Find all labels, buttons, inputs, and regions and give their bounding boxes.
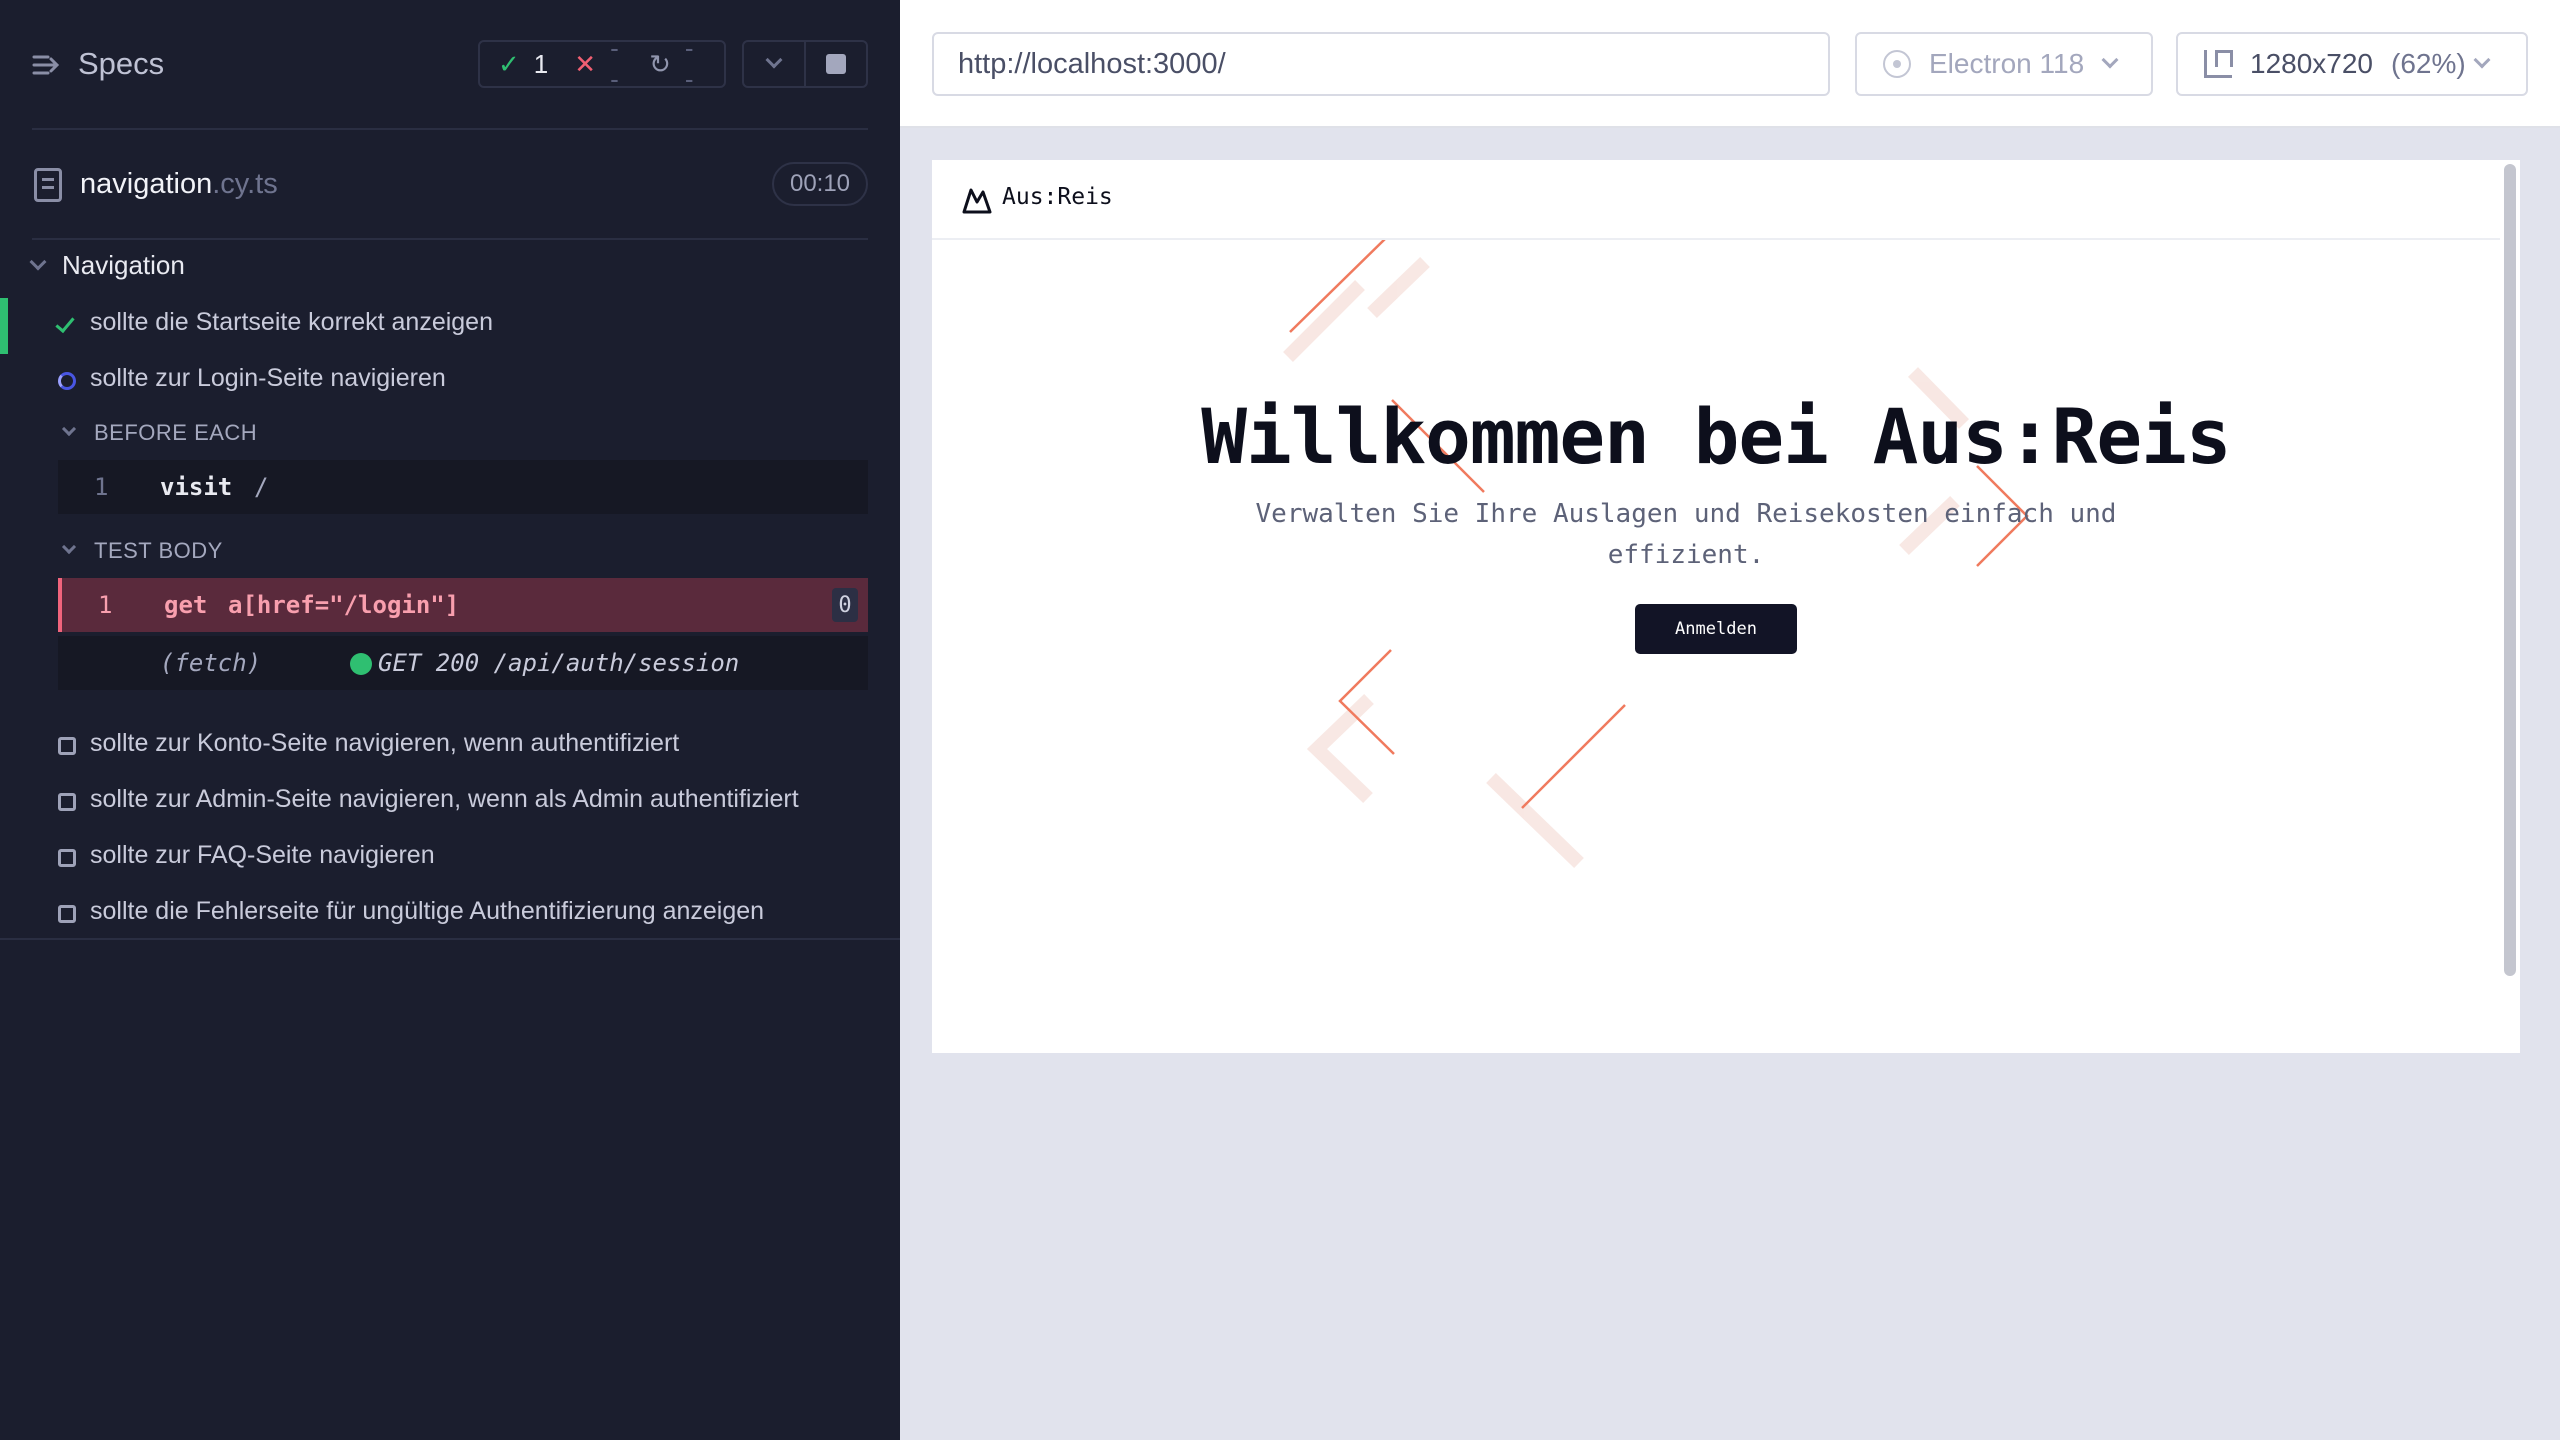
chevron-down-icon	[61, 539, 77, 555]
url-field[interactable]: http://localhost:3000/	[932, 32, 1830, 96]
x-icon: ✕	[574, 48, 597, 79]
test-stats: ✓ 1 ✕ -- ↻ --	[478, 33, 726, 94]
app-logo-text[interactable]: Aus:Reis	[1002, 184, 1113, 210]
test-title: sollte die Startseite korrekt anzeigen	[90, 308, 493, 336]
passed-indicator	[0, 298, 8, 354]
command-row[interactable]: 1 visit /	[58, 460, 868, 514]
collapse-button[interactable]	[744, 42, 804, 86]
divider	[32, 238, 868, 240]
test-item-pending[interactable]: sollte die Fehlerseite für ungültige Aut…	[0, 887, 900, 937]
chevron-down-icon	[2473, 51, 2491, 69]
request-log-row[interactable]: (fetch) GET 200 /api/auth/session	[58, 636, 868, 690]
app-navbar: Aus:Reis	[932, 160, 2500, 240]
specs-label[interactable]: Specs	[78, 46, 164, 82]
test-title: sollte zur FAQ-Seite navigieren	[90, 841, 435, 869]
command-arg: a[href="/login"]	[228, 591, 460, 619]
mountain-logo-icon[interactable]	[962, 186, 992, 214]
run-controls	[742, 40, 868, 88]
element-count-badge: 0	[832, 588, 858, 622]
test-title: sollte zur Admin-Seite navigieren, wenn …	[90, 785, 799, 813]
ruler-icon	[2204, 50, 2233, 78]
test-title: sollte zur Konto-Seite navigieren, wenn …	[90, 729, 680, 757]
chevron-down-icon	[2101, 51, 2119, 69]
status-dot-icon	[350, 653, 372, 675]
test-item-passed[interactable]: sollte die Startseite korrekt anzeigen	[0, 298, 900, 354]
browser-selector[interactable]: Electron 118	[1855, 32, 2153, 96]
test-item-pending[interactable]: sollte zur FAQ-Seite navigieren	[0, 831, 900, 881]
chevron-down-icon	[61, 421, 77, 437]
command-arg: /	[254, 473, 269, 501]
test-item-running[interactable]: sollte zur Login-Seite navigieren	[0, 354, 900, 404]
running-spinner-icon	[58, 372, 76, 390]
pending-square-icon	[58, 849, 76, 867]
chevron-down-icon	[29, 253, 47, 271]
scrollbar[interactable]	[2504, 164, 2516, 976]
command-name: visit	[160, 473, 233, 501]
request-text: GET 200 /api/auth/session	[378, 649, 740, 677]
login-button[interactable]: Anmelden	[1635, 604, 1797, 654]
test-title: sollte die Fehlerseite für ungültige Aut…	[90, 897, 765, 925]
spec-duration: 00:10	[772, 162, 868, 206]
check-icon	[55, 312, 75, 334]
spec-file-row: navigation.cy.ts 00:10	[0, 150, 900, 218]
app-under-test-frame: Aus:Reis Willkommen bei Aus:Reis Verwalt…	[932, 160, 2520, 1053]
hero-title: Willkommen bei Aus:Reis	[1201, 392, 2231, 481]
pending-square-icon	[58, 793, 76, 811]
aut-toolbar: http://localhost:3000/ Electron 118 1280…	[900, 0, 2560, 128]
spec-file-name[interactable]: navigation.cy.ts	[80, 168, 278, 201]
stop-icon	[826, 54, 846, 74]
pending-square-icon	[58, 905, 76, 923]
reporter-header: Specs ✓ 1 ✕ -- ↻ --	[0, 0, 900, 130]
stop-button[interactable]	[804, 42, 866, 86]
command-row-active[interactable]: 1 get a[href="/login"] 0	[58, 578, 868, 632]
hero-subtitle: Verwalten Sie Ihre Auslagen und Reisekos…	[1255, 499, 2117, 570]
pending-square-icon	[58, 737, 76, 755]
passed-count: ✓ 1	[498, 48, 549, 79]
electron-icon	[1883, 50, 1911, 78]
suite-title: Navigation	[62, 250, 185, 280]
viewport-selector[interactable]: 1280x720 (62%)	[2176, 32, 2528, 96]
specs-list-icon[interactable]	[32, 50, 62, 80]
command-name: get	[164, 591, 208, 619]
divider	[0, 938, 900, 940]
pending-icon: ↻	[649, 48, 671, 79]
chevron-down-icon	[765, 51, 783, 69]
check-icon: ✓	[498, 48, 520, 79]
test-title: sollte zur Login-Seite navigieren	[90, 364, 446, 392]
divider	[32, 128, 868, 130]
pending-count: ↻ --	[649, 33, 694, 94]
test-item-pending[interactable]: sollte zur Konto-Seite navigieren, wenn …	[0, 719, 900, 769]
failed-count: ✕ --	[574, 33, 619, 94]
test-item-pending[interactable]: sollte zur Admin-Seite navigieren, wenn …	[0, 775, 900, 825]
document-icon	[34, 168, 62, 202]
cypress-reporter: Specs ✓ 1 ✕ -- ↻ -- navigation.cy.ts 00:…	[0, 0, 900, 1440]
